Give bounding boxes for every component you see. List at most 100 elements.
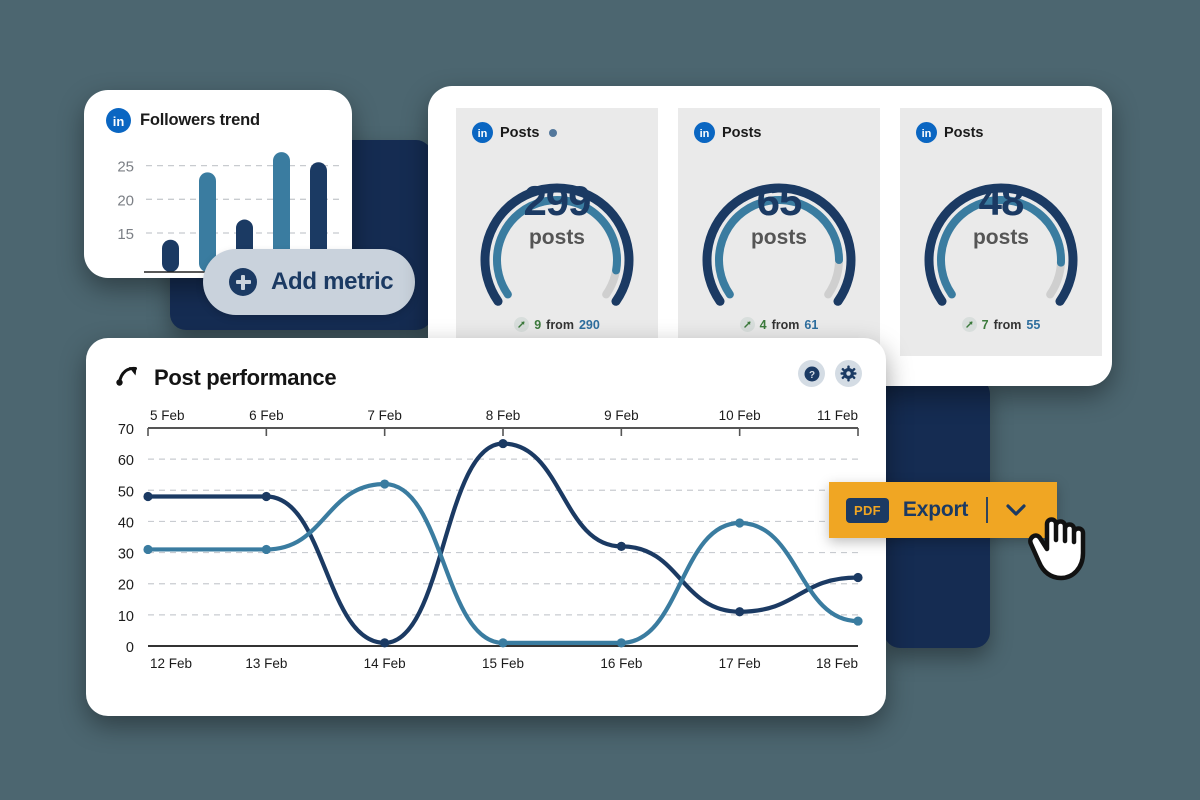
delta-previous-value: 290 — [578, 317, 600, 332]
data-point — [853, 616, 863, 626]
status-dot-icon — [548, 128, 557, 137]
y-axis-tick-label: 20 — [118, 578, 134, 594]
gauge-outer-arc — [480, 183, 634, 306]
post-performance-actions: ? — [798, 360, 862, 387]
y-axis-tick-label: 20 — [117, 192, 134, 209]
svg-text:in: in — [478, 128, 488, 140]
gauge-label: Posts — [722, 124, 762, 141]
series-line — [145, 441, 861, 645]
x-axis-top-label: 8 Feb — [486, 408, 521, 423]
y-axis-tick-label: 40 — [118, 515, 134, 531]
x-axis-top-label: 6 Feb — [249, 408, 284, 423]
linkedin-icon: in — [106, 108, 131, 133]
help-circle-icon[interactable]: ? — [798, 360, 825, 387]
x-axis-bottom-label: 13 Feb — [245, 656, 287, 671]
x-axis-bottom-label: 17 Feb — [719, 656, 761, 671]
y-axis-tick-label: 50 — [118, 484, 134, 500]
data-point — [261, 544, 271, 555]
svg-text:?: ? — [808, 370, 814, 381]
data-point — [143, 544, 153, 555]
y-axis-tick-label: 30 — [118, 547, 134, 563]
add-metric-label: Add metric — [271, 268, 394, 295]
plus-circle-icon — [229, 268, 257, 296]
trend-arrow-icon — [116, 364, 140, 391]
page-title: Post performance — [154, 364, 337, 390]
gauge-tile: in Posts 299 posts 9 from 290 — [456, 108, 658, 356]
x-axis-top-label: 9 Feb — [604, 408, 639, 423]
delta-from-label: from — [546, 317, 574, 332]
delta-value: 7 — [981, 317, 989, 332]
gauge-label: Posts — [944, 124, 984, 141]
data-point — [380, 479, 390, 489]
data-point — [143, 491, 153, 502]
delta-from-label: from — [771, 317, 800, 332]
gauge-delta: 7 from 55 — [900, 317, 1102, 332]
delta-value: 9 — [534, 317, 542, 332]
linkedin-icon: in — [916, 122, 937, 143]
gauge-tile-list: in Posts 299 posts 9 from 290 in Posts 65 posts 4 fr… — [456, 108, 1102, 356]
y-axis-tick-label: 25 — [117, 159, 134, 176]
gauge-header: in Posts — [900, 108, 1102, 143]
data-point — [380, 638, 390, 648]
linkedin-icon: in — [472, 122, 493, 143]
x-axis-bottom-label: 16 Feb — [600, 656, 642, 671]
x-axis-bottom-label: 18 Feb — [816, 656, 858, 671]
delta-value: 4 — [759, 317, 767, 332]
arrow-up-right-icon — [961, 317, 977, 332]
export-divider — [986, 497, 989, 523]
gauge-tile: in Posts 48 posts 7 from 55 — [900, 108, 1102, 356]
y-axis-tick-label: 15 — [117, 226, 134, 243]
data-point — [735, 518, 745, 528]
delta-previous-value: 61 — [804, 317, 819, 332]
data-point — [853, 572, 863, 583]
screenshot-canvas: in Followers trend 15 20 25 Add metric in P… — [0, 0, 1200, 800]
y-axis-tick-label: 10 — [118, 609, 134, 625]
x-axis-top-label: 5 Feb — [150, 408, 185, 423]
data-point — [735, 607, 745, 617]
x-axis-top-label: 11 Feb — [817, 408, 858, 423]
arrow-up-right-icon — [739, 317, 755, 332]
add-metric-button[interactable]: Add metric — [203, 249, 415, 315]
data-point — [616, 541, 626, 551]
data-point — [616, 638, 626, 648]
gauge-arc — [678, 142, 880, 306]
gauge-outer-arc — [702, 183, 856, 306]
x-axis-bottom-label: 14 Feb — [364, 656, 406, 671]
delta-previous-value: 55 — [1026, 317, 1041, 332]
series-line — [145, 481, 861, 645]
gauge-delta: 4 from 61 — [678, 317, 880, 332]
gauge-inner-arc — [493, 196, 621, 299]
gear-icon[interactable] — [835, 360, 862, 387]
data-point — [498, 638, 508, 648]
linkedin-icon: in — [694, 122, 715, 143]
arrow-up-right-icon — [514, 317, 530, 332]
export-button[interactable]: PDF Export — [829, 482, 1057, 538]
pdf-format-chip: PDF — [846, 497, 889, 523]
gauge-tile: in Posts 65 posts 4 from 61 — [678, 108, 880, 356]
gauge-label: Posts — [500, 124, 540, 141]
gauge-delta: 9 from 290 — [456, 317, 658, 332]
data-point — [261, 491, 271, 502]
x-axis-bottom-label: 12 Feb — [150, 656, 192, 671]
bar — [162, 239, 179, 272]
gauge-arc — [456, 142, 658, 306]
svg-text:in: in — [113, 114, 125, 129]
y-axis-tick-label: 0 — [126, 640, 134, 656]
svg-text:in: in — [922, 128, 932, 140]
export-label: Export — [902, 498, 969, 521]
chevron-down-icon[interactable] — [1005, 503, 1027, 517]
delta-from-label: from — [993, 317, 1022, 332]
svg-text:in: in — [700, 128, 710, 140]
x-axis-bottom-label: 15 Feb — [482, 656, 524, 671]
gauge-header: in Posts — [456, 108, 658, 143]
x-axis-top-label: 7 Feb — [367, 408, 402, 423]
post-performance-header: Post performance ? — [86, 338, 886, 391]
gauge-inner-arc — [937, 196, 1065, 299]
x-axis-top-label: 10 Feb — [719, 408, 761, 423]
gauge-outer-arc — [924, 183, 1078, 306]
post-performance-line-chart: 0 10 20 30 40 50 60 70 5 Feb 6 Feb 7 Feb 8 Feb 9 Fe… — [118, 408, 863, 671]
gauge-inner-arc — [715, 196, 843, 299]
followers-card-header: in Followers trend — [84, 90, 352, 133]
gauge-arc — [900, 142, 1102, 306]
followers-card-title: Followers trend — [140, 111, 260, 129]
